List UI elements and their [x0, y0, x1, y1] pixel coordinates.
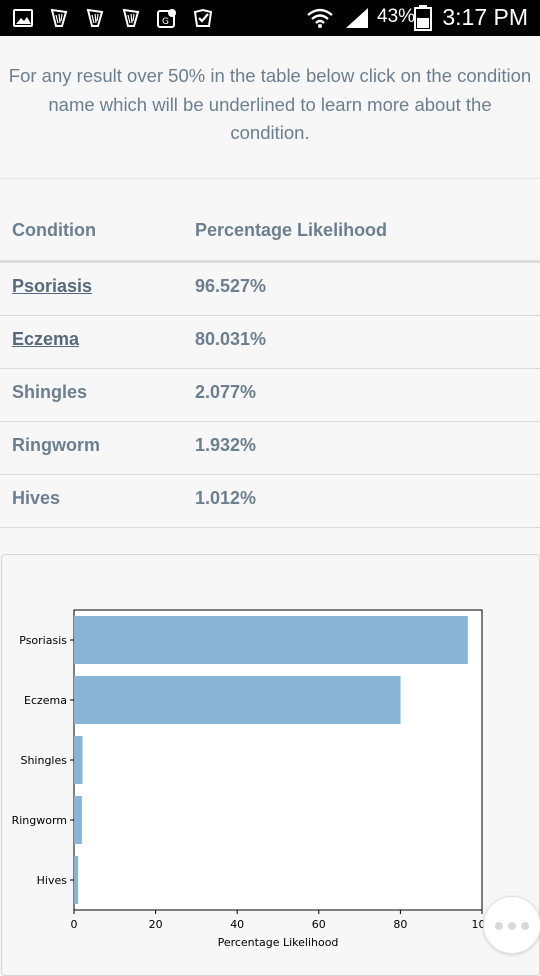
battery-icon	[414, 5, 432, 31]
wifi-icon	[307, 8, 333, 28]
check-icon	[193, 8, 213, 27]
bar-psoriasis	[74, 616, 468, 664]
svg-text:G: G	[162, 17, 169, 27]
y-tick-label: Ringworm	[12, 814, 67, 827]
bar-hives	[74, 856, 79, 904]
table-row: Psoriasis 96.527%	[0, 263, 540, 316]
header-likelihood: Percentage Likelihood	[195, 220, 388, 240]
condition-link-eczema[interactable]: Eczema	[12, 329, 79, 350]
condition-name: Ringworm	[12, 435, 100, 455]
results-table: Condition Percentage Likelihood Psoriasi…	[0, 204, 540, 528]
y-tick-label: Hives	[37, 874, 68, 887]
x-tick-label: 80	[393, 918, 407, 931]
x-axis-label: Percentage Likelihood	[218, 936, 339, 949]
dot-icon	[521, 922, 529, 930]
harp-icon	[122, 8, 140, 27]
table-row: Eczema 80.031%	[0, 316, 540, 369]
x-tick-label: 0	[71, 918, 78, 931]
table-header: Condition Percentage Likelihood	[0, 204, 540, 263]
x-tick-label: 40	[230, 918, 244, 931]
status-bar: G 43% 3:17 PM	[0, 0, 540, 36]
likelihood-bar-chart: Psoriasis Eczema Shingles Ringworm Hives 0 20 4…	[12, 609, 493, 949]
floating-menu-button[interactable]	[483, 896, 540, 954]
harp-icon	[86, 8, 104, 27]
table-row: Ringworm 1.932%	[0, 422, 540, 475]
likelihood-value: 80.031%	[195, 329, 267, 349]
likelihood-value: 2.077%	[195, 382, 257, 402]
header-condition: Condition	[12, 220, 96, 240]
bar-eczema	[74, 676, 401, 724]
intro-section: For any result over 50% in the table bel…	[0, 36, 540, 179]
intro-text: For any result over 50% in the table bel…	[8, 65, 532, 143]
harp-icon	[50, 8, 68, 27]
image-icon	[13, 9, 33, 27]
bar-ringworm	[74, 796, 82, 844]
likelihood-value: 1.012%	[195, 488, 257, 508]
condition-name: Shingles	[12, 382, 88, 402]
table-row: Hives 1.012%	[0, 475, 540, 528]
chart-card: Psoriasis Eczema Shingles Ringworm Hives 0 20 4…	[1, 554, 540, 976]
table-row: Shingles 2.077%	[0, 369, 540, 422]
dot-icon	[508, 922, 516, 930]
likelihood-value: 1.932%	[195, 435, 257, 455]
x-tick-label: 20	[149, 918, 163, 931]
y-tick-label: Shingles	[20, 754, 67, 767]
signal-icon	[346, 8, 368, 28]
bar-shingles	[74, 736, 83, 784]
y-tick-label: Eczema	[24, 694, 67, 707]
clock: 3:17 PM	[442, 4, 528, 30]
battery-percent: 43%	[377, 6, 416, 27]
dot-icon	[495, 922, 503, 930]
condition-link-psoriasis[interactable]: Psoriasis	[12, 276, 92, 297]
x-tick-label: 60	[312, 918, 326, 931]
condition-name: Hives	[12, 488, 61, 508]
y-tick-label: Psoriasis	[19, 634, 67, 647]
likelihood-value: 96.527%	[195, 276, 267, 296]
maps-icon: G	[157, 9, 176, 28]
